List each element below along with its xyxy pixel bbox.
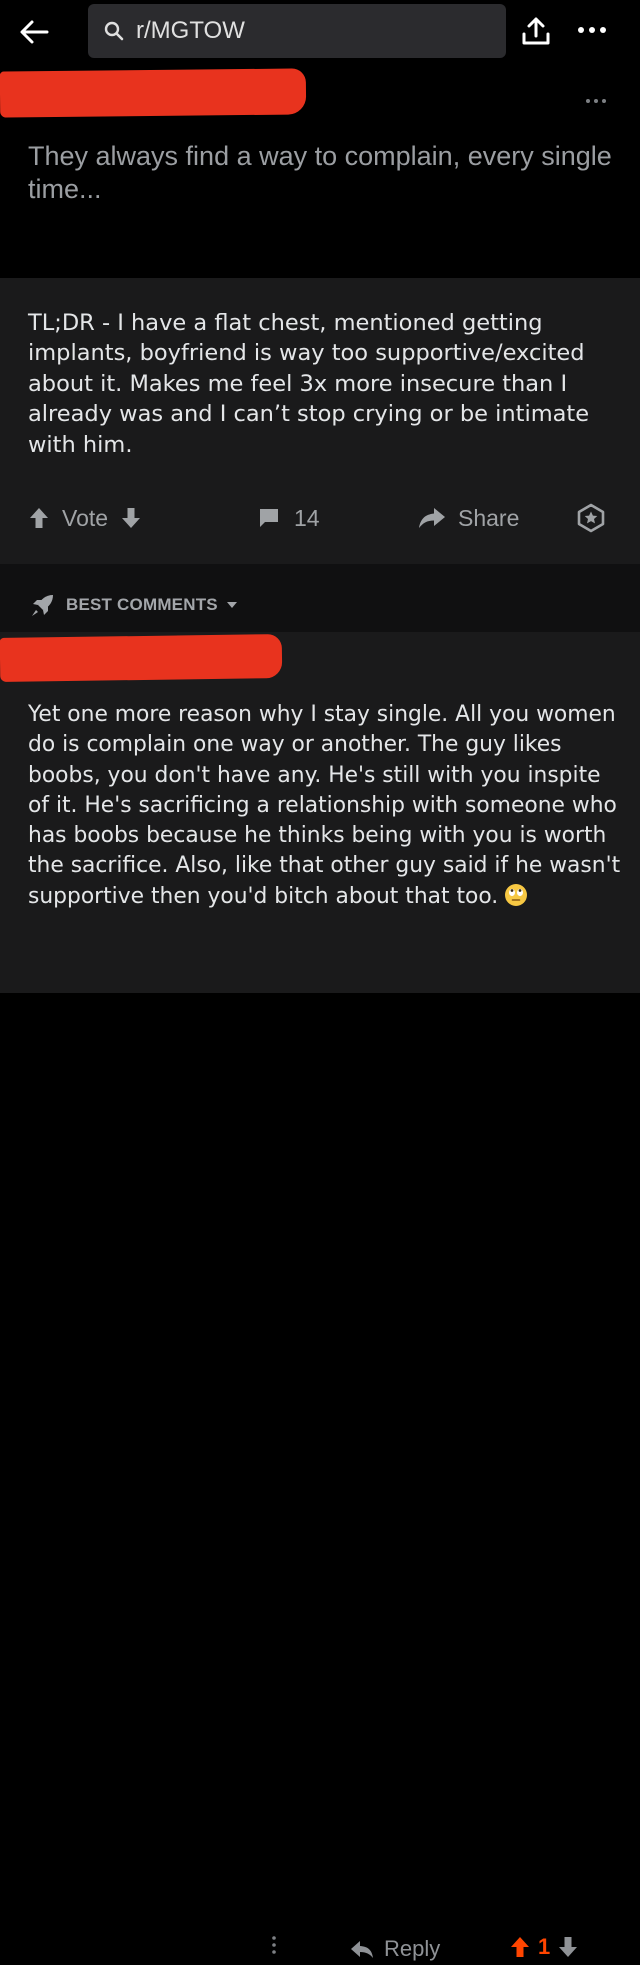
comment-vote-control: 1	[510, 1934, 578, 1960]
comments-button[interactable]: 14	[258, 500, 320, 536]
reply-button[interactable]: Reply	[350, 1936, 440, 1962]
chevron-down-icon	[226, 602, 237, 608]
comment-actions: Reply 1	[0, 966, 640, 1961]
back-button[interactable]	[14, 12, 54, 52]
search-bar[interactable]: r/MGTOW	[88, 4, 506, 58]
reply-icon	[351, 1941, 373, 1958]
share-button[interactable]: Share	[418, 500, 519, 536]
more-icon	[272, 1936, 276, 1954]
search-text: r/MGTOW	[136, 17, 245, 44]
comment-score: 1	[538, 1934, 551, 1959]
rolling-eyes-emoji	[505, 883, 528, 906]
reply-label: Reply	[384, 1936, 441, 1961]
post-title: They always find a way to complain, ever…	[28, 141, 612, 204]
back-arrow-icon	[20, 20, 49, 44]
comment-icon	[260, 509, 278, 527]
redaction-mark	[0, 68, 307, 118]
search-icon	[104, 21, 124, 41]
sort-label: BEST COMMENTS	[66, 595, 218, 614]
award-button[interactable]	[576, 500, 606, 536]
upvote-icon[interactable]	[28, 506, 50, 530]
redaction-mark	[0, 634, 283, 682]
upload-button[interactable]	[518, 14, 554, 50]
award-icon	[577, 503, 605, 533]
comment-more-button[interactable]	[270, 1934, 278, 1959]
comment-body: Yet one more reason why I stay single. A…	[28, 702, 621, 909]
vote-label: Vote	[62, 504, 109, 531]
upload-icon	[522, 17, 550, 45]
downvote-icon[interactable]	[120, 506, 142, 530]
vote-control: Vote	[28, 500, 142, 536]
downvote-icon[interactable]	[558, 1936, 578, 1958]
comment-sort-dropdown[interactable]: BEST COMMENTS	[30, 592, 238, 618]
share-label: Share	[458, 504, 520, 531]
rocket-icon	[32, 595, 53, 616]
comment-text: Yet one more reason why I stay single. A…	[28, 700, 624, 912]
upvote-icon[interactable]	[510, 1936, 530, 1958]
share-icon	[419, 508, 445, 528]
post-actions: Vote 14 Share	[0, 500, 640, 540]
top-bar: r/MGTOW	[0, 0, 640, 64]
post-more-button[interactable]	[582, 92, 610, 104]
post-body-text: TL;DR - I have a flat chest, mentioned g…	[28, 310, 590, 458]
comment-count: 14	[294, 504, 320, 531]
more-icon	[586, 99, 606, 103]
more-options-button[interactable]	[572, 18, 612, 42]
more-icon	[578, 27, 606, 33]
